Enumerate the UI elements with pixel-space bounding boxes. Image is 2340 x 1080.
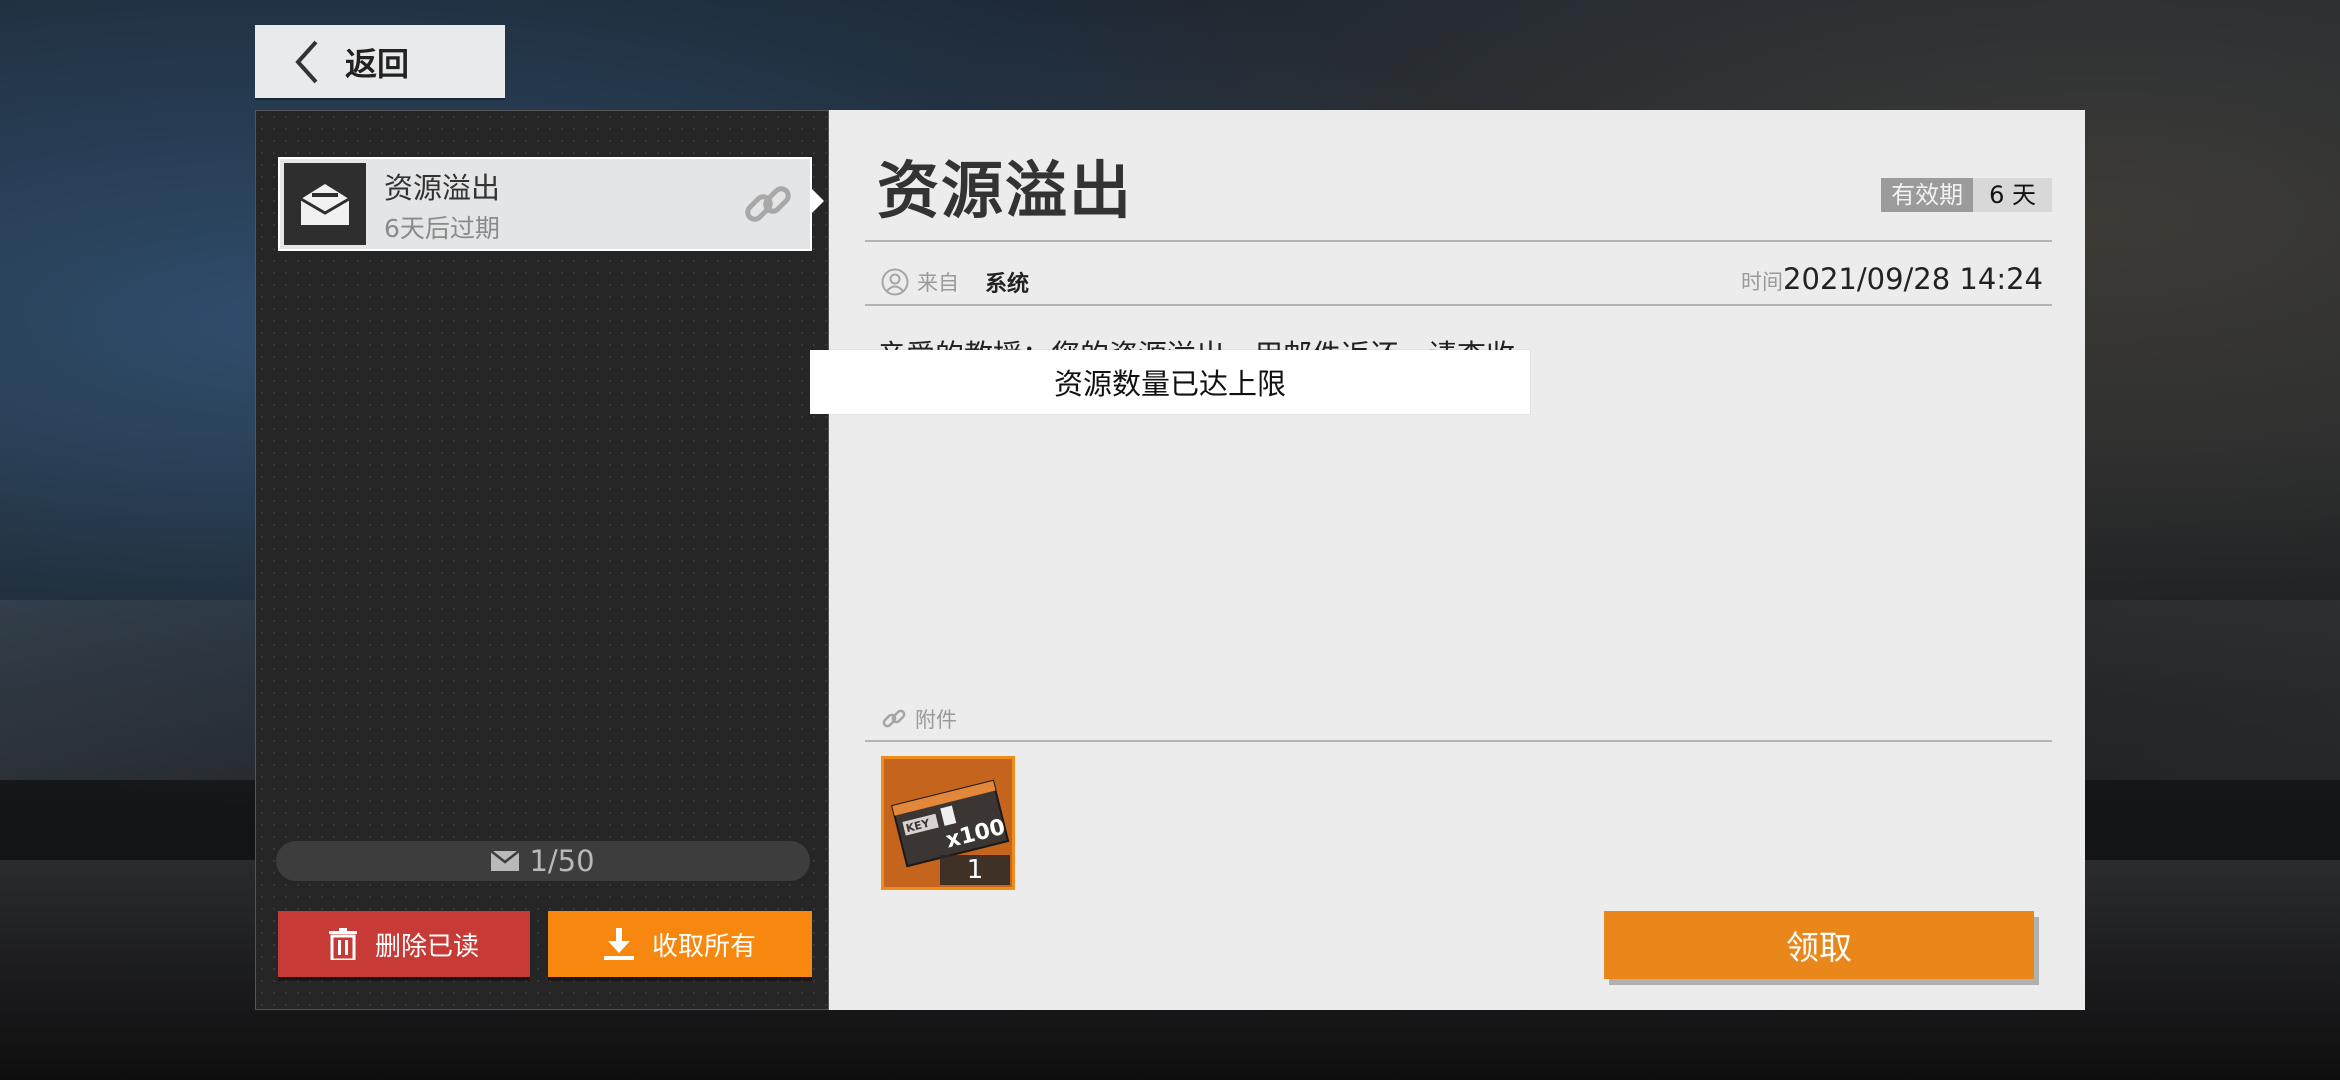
attachment-item[interactable]: KEY x100 1 (881, 756, 1015, 890)
mail-detail-panel: 资源溢出 有效期 6 天 来自 系统 时间 2021/09/28 14:24 亲… (829, 110, 2085, 1010)
sent-time: 时间 2021/09/28 14:24 (1741, 262, 2043, 296)
link-icon (740, 177, 796, 237)
back-label: 返回 (345, 44, 410, 83)
attachments-label: 附件 (915, 708, 957, 732)
mail-count: 1/50 (529, 844, 595, 878)
envelope-open-icon (284, 163, 366, 245)
attachment-quantity: 1 (940, 855, 1010, 885)
claim-label: 领取 (1786, 928, 1852, 967)
toast-text: 资源数量已达上限 (1053, 367, 1286, 401)
divider (865, 304, 2052, 306)
time-value: 2021/09/28 14:24 (1783, 262, 2043, 296)
back-button[interactable]: 返回 (255, 25, 505, 98)
delete-read-button[interactable]: 删除已读 (278, 911, 530, 977)
time-label: 时间 (1741, 270, 1784, 294)
validity-label: 有效期 (1881, 178, 1974, 212)
link-icon (882, 709, 906, 728)
from-value: 系统 (985, 272, 1030, 297)
from-label: 来自 (917, 271, 959, 295)
mail-list-item[interactable]: 资源溢出 6天后过期 (278, 157, 824, 251)
attachments-header: 附件 (881, 704, 957, 734)
trash-icon (328, 928, 357, 960)
envelope-icon (491, 851, 520, 871)
mail-item-title: 资源溢出 (384, 171, 501, 205)
mail-meta: 来自 系统 时间 2021/09/28 14:24 (865, 252, 2043, 312)
validity-badge: 有效期 6 天 (1881, 178, 2052, 212)
collect-all-button[interactable]: 收取所有 (548, 911, 812, 977)
mail-item-expiry: 6天后过期 (384, 214, 500, 243)
divider (865, 240, 2052, 242)
download-icon (603, 928, 634, 960)
validity-value: 6 天 (1973, 178, 2052, 212)
toast-notification: 资源数量已达上限 (810, 350, 1530, 414)
collect-all-label: 收取所有 (651, 931, 756, 962)
chevron-left-icon (277, 25, 337, 98)
divider (865, 740, 2052, 742)
mail-list-panel: 资源溢出 6天后过期 1/50 删除已读 收取所有 (255, 110, 829, 1010)
user-icon (881, 268, 909, 296)
mail-count-bar: 1/50 (276, 841, 810, 881)
claim-button[interactable]: 领取 (1604, 911, 2034, 979)
delete-read-label: 删除已读 (374, 931, 479, 962)
sender: 来自 系统 (881, 266, 1029, 298)
mail-title: 资源溢出 (877, 154, 1134, 227)
